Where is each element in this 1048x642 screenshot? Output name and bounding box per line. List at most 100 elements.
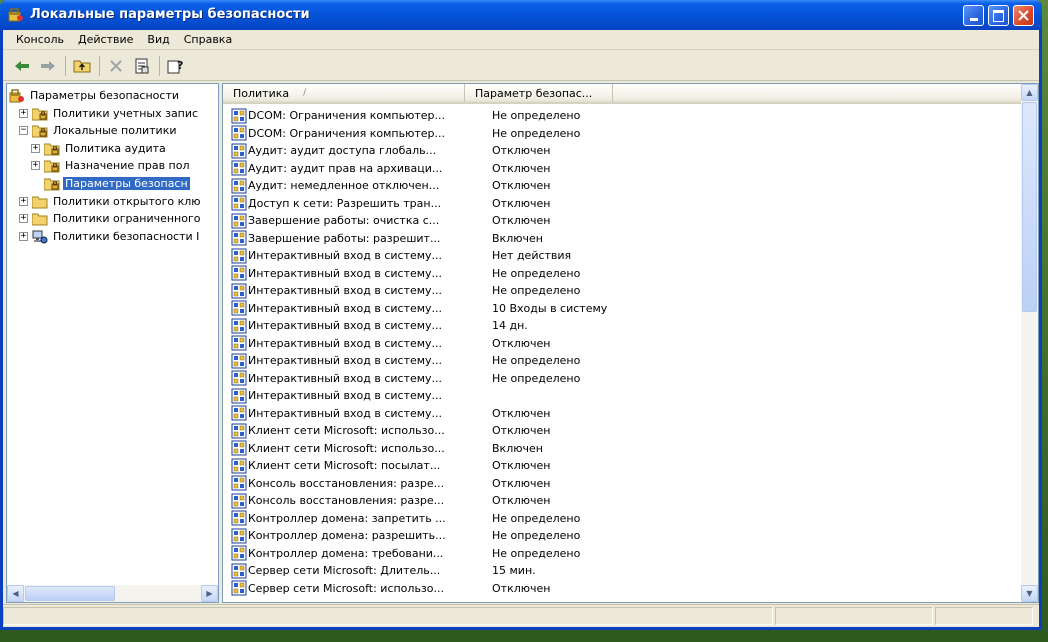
tree-item[interactable]: Параметры безопасности	[9, 87, 181, 104]
scroll-left-button[interactable]: ◀	[7, 585, 24, 602]
policy-name: Завершение работы: разрешит...	[248, 231, 441, 245]
tree-item[interactable]: + Политики безопасности I	[19, 228, 201, 245]
minimize-button[interactable]	[963, 5, 984, 26]
list-vertical-scrollbar[interactable]: ▲ ▼	[1021, 84, 1038, 602]
security-icon	[9, 89, 25, 103]
policy-icon	[231, 545, 247, 561]
policy-value: Отключен	[492, 336, 551, 350]
policy-name: Консоль восстановления: разре...	[248, 494, 445, 508]
table-row[interactable]: Интерактивный вход в систему... Не опреде…	[223, 282, 1021, 300]
expand-icon[interactable]: +	[19, 231, 28, 241]
policy-icon	[231, 335, 247, 351]
policy-name: Интерактивный вход в систему...	[248, 266, 443, 280]
tree-item[interactable]: + Назначение прав пол	[31, 157, 192, 174]
table-row[interactable]: Консоль восстановления: разре... Отключен	[223, 492, 1021, 510]
forward-button[interactable]	[37, 55, 59, 77]
expand-icon[interactable]: +	[31, 161, 40, 171]
table-row[interactable]: Консоль восстановления: разре... Отключен	[223, 475, 1021, 493]
properties-button[interactable]	[131, 55, 153, 77]
policy-value: Не определено	[492, 529, 581, 543]
column-header-setting[interactable]: Параметр безопас...	[465, 84, 613, 102]
table-row[interactable]: Контроллер домена: разрешить... Не опреде…	[223, 527, 1021, 545]
table-row[interactable]: Интерактивный вход в систему... 14 дн.	[223, 317, 1021, 335]
maximize-button[interactable]	[988, 5, 1009, 26]
table-row[interactable]: Интерактивный вход в систему... Нет дейст…	[223, 247, 1021, 265]
table-row[interactable]: Завершение работы: разрешит... Включен	[223, 230, 1021, 248]
table-row[interactable]: Сервер сети Microsoft: использо... Отключ…	[223, 580, 1021, 598]
table-row[interactable]: Интерактивный вход в систему... 10 Входы …	[223, 300, 1021, 318]
table-row[interactable]: Интерактивный вход в систему... Не опреде…	[223, 370, 1021, 388]
network-icon	[32, 230, 48, 244]
table-row[interactable]: Сервер сети Microsoft: Длитель... 15 мин.	[223, 562, 1021, 580]
tree-item[interactable]: Параметры безопасн	[31, 175, 190, 192]
table-row[interactable]: Интерактивный вход в систему... Не опреде…	[223, 352, 1021, 370]
scroll-up-icon: ▲	[1026, 88, 1033, 97]
table-row[interactable]: Интерактивный вход в систему... Отключен	[223, 405, 1021, 423]
tree-item[interactable]: + Политики ограниченного	[19, 210, 203, 227]
table-row[interactable]: Контроллер домена: требовани... Не опреде…	[223, 545, 1021, 563]
table-row[interactable]: DCOM: Ограничения компьютер... Не определ…	[223, 125, 1021, 143]
toolbar-separator	[159, 55, 160, 76]
tree-item[interactable]: + Политики учетных запис	[19, 105, 200, 122]
scroll-down-icon: ▼	[1026, 589, 1033, 598]
table-row[interactable]: Интерактивный вход в систему... Не опреде…	[223, 265, 1021, 283]
close-button[interactable]	[1013, 5, 1034, 26]
scroll-down-button[interactable]: ▼	[1021, 585, 1038, 602]
menu-help[interactable]: Справка	[177, 33, 239, 46]
table-row[interactable]: Аудит: аудит прав на архиваци... Отключен	[223, 160, 1021, 178]
properties-icon	[135, 58, 149, 73]
table-row[interactable]: Клиент сети Microsoft: использо... Включе…	[223, 440, 1021, 458]
menu-action[interactable]: Действие	[71, 33, 140, 46]
policy-icon	[231, 370, 247, 386]
table-row[interactable]: Завершение работы: очистка с... Отключен	[223, 212, 1021, 230]
column-header-policy[interactable]: Политика /	[223, 84, 465, 102]
tree-horizontal-scrollbar[interactable]: ◀ ▶	[7, 585, 218, 602]
scroll-right-button[interactable]: ▶	[201, 585, 218, 602]
policy-list-pane[interactable]: Политика / Параметр безопас... DCOM: Огр…	[222, 83, 1039, 603]
tree-scroll-thumb[interactable]	[25, 586, 115, 601]
policy-value: Отключен	[492, 581, 551, 595]
tree-item-label: Параметры безопасности	[30, 89, 180, 102]
policy-icon	[231, 528, 247, 544]
policy-name: Интерактивный вход в систему...	[248, 336, 443, 350]
title-bar[interactable]: Локальные параметры безопасности	[0, 0, 1042, 30]
delete-button[interactable]	[105, 55, 127, 77]
policy-value: Отключен	[492, 161, 551, 175]
policy-name: Клиент сети Microsoft: использо...	[248, 441, 445, 455]
expand-icon[interactable]: +	[19, 196, 28, 206]
tree-item-label: Политика аудита	[65, 141, 166, 155]
table-row[interactable]: Интерактивный вход в систему... Отключен	[223, 335, 1021, 353]
table-row[interactable]: Аудит: немедленное отключен... Отключен	[223, 177, 1021, 195]
expand-icon[interactable]: +	[19, 214, 28, 224]
table-row[interactable]: Интерактивный вход в систему...	[223, 387, 1021, 405]
policy-value: Не определено	[492, 511, 581, 525]
app-window: Локальные параметры безопасности Консоль…	[0, 0, 1042, 630]
forward-arrow-icon	[41, 60, 55, 71]
tree-item[interactable]: + Политика аудита	[31, 140, 168, 157]
table-row[interactable]: Клиент сети Microsoft: использо... Отключ…	[223, 422, 1021, 440]
menu-bar: Консоль Действие Вид Справка	[3, 30, 1039, 50]
list-scroll-thumb[interactable]	[1022, 102, 1037, 312]
policy-name: Интерактивный вход в систему...	[248, 301, 443, 315]
menu-console[interactable]: Консоль	[9, 33, 71, 46]
menu-view[interactable]: Вид	[140, 33, 176, 46]
help-icon: ?	[167, 59, 183, 73]
table-row[interactable]: DCOM: Ограничения компьютер... Не определ…	[223, 107, 1021, 125]
table-row[interactable]: Доступ к сети: Разрешить тран... Отключен	[223, 195, 1021, 213]
tree-item[interactable]: − Локальные политики	[19, 122, 179, 139]
up-level-button[interactable]	[71, 55, 93, 77]
collapse-icon[interactable]: −	[19, 126, 28, 136]
table-row[interactable]: Контроллер домена: запретить ... Не опред…	[223, 510, 1021, 528]
expand-icon[interactable]: +	[19, 108, 28, 118]
tree-pane[interactable]: Параметры безопасности + Политики учетных …	[6, 83, 219, 603]
policy-icon	[231, 493, 247, 509]
tree-item-label: Политики открытого клю	[53, 194, 201, 208]
policy-icon	[231, 388, 247, 404]
expand-icon[interactable]: +	[31, 143, 40, 153]
table-row[interactable]: Клиент сети Microsoft: посылат... Отключе…	[223, 457, 1021, 475]
table-row[interactable]: Аудит: аудит доступа глобаль... Отключен	[223, 142, 1021, 160]
scroll-up-button[interactable]: ▲	[1021, 84, 1038, 101]
tree-item[interactable]: + Политики открытого клю	[19, 193, 203, 210]
help-button[interactable]: ?	[165, 55, 187, 77]
back-button[interactable]	[11, 55, 33, 77]
